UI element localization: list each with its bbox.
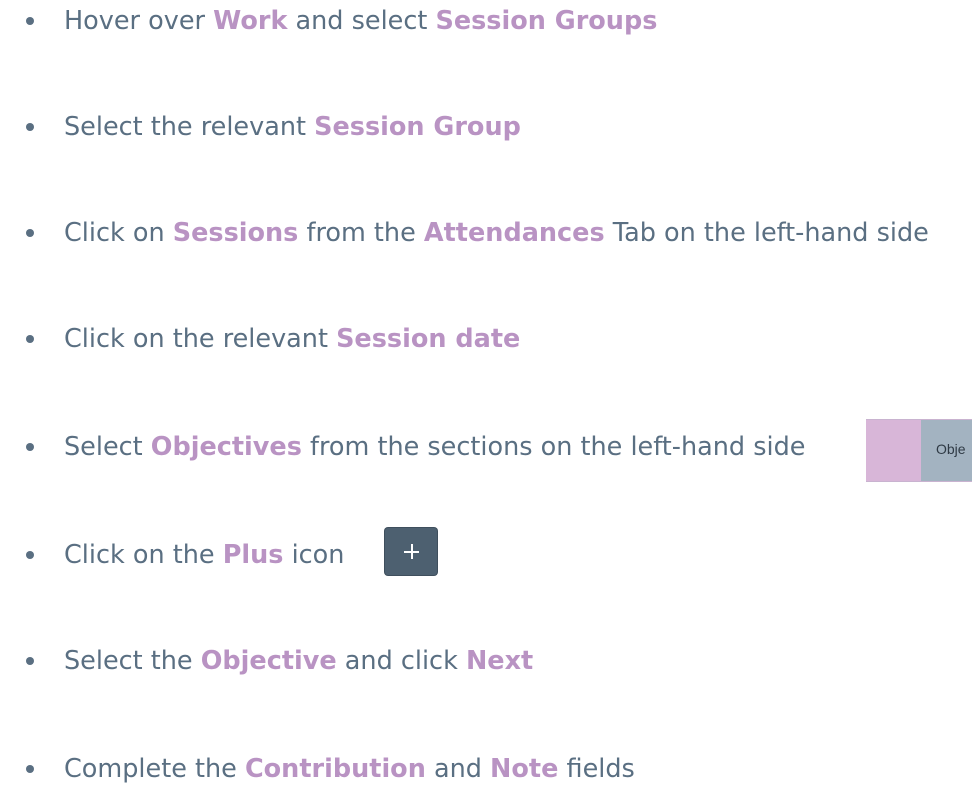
objectives-section-snippet[interactable]: Obje: [866, 419, 972, 482]
step-keyword: Session Group: [314, 112, 521, 142]
step-keyword: Sessions: [172, 218, 299, 248]
step-text-part: and: [425, 754, 491, 784]
step-keyword: Contribution: [244, 754, 426, 784]
step-text-part: Tab on the left-hand side: [604, 218, 929, 248]
step-text-part: Select the relevant: [64, 112, 315, 142]
bullet-icon: [26, 443, 34, 451]
step-keyword: Objective: [200, 646, 337, 676]
bullet-icon: [26, 17, 34, 25]
bullet-icon: [26, 229, 34, 237]
bullet-icon: [26, 335, 34, 343]
step-text-part: Select: [64, 432, 151, 462]
step-select-objectives: Select Objectives from the sections on t…: [0, 427, 972, 467]
step-text-part: icon: [283, 540, 345, 570]
step-text-part: Click on the relevant: [64, 324, 337, 354]
step-text-part: Click on the: [64, 540, 223, 570]
step-click-sessions: Click on Sessions from the Attendances T…: [0, 213, 972, 253]
step-text: Select Objectives from the sections on t…: [64, 427, 805, 467]
bullet-icon: [26, 765, 34, 773]
step-text: Click on Sessions from the Attendances T…: [64, 213, 929, 253]
step-keyword: Work: [213, 6, 288, 36]
step-keyword: Plus: [222, 540, 284, 570]
step-text: Hover over Work and select Session Group…: [64, 1, 657, 41]
step-text: Complete the Contribution and Note field…: [64, 749, 635, 789]
snippet-sidebar-block: [866, 420, 921, 481]
step-keyword: Note: [490, 754, 559, 784]
step-text: Click on the Plus icon: [64, 535, 344, 575]
step-text-part: Select the: [64, 646, 201, 676]
step-click-plus: Click on the Plus icon: [0, 535, 972, 575]
step-text-part: from the: [298, 218, 424, 248]
step-keyword: Attendances: [423, 218, 605, 248]
bullet-icon: [26, 551, 34, 559]
step-select-session-group: Select the relevant Session Group: [0, 107, 972, 147]
plus-icon[interactable]: [385, 528, 437, 575]
bullet-icon: [26, 657, 34, 665]
step-select-objective-next: Select the Objective and click Next: [0, 641, 972, 681]
step-keyword: Objectives: [150, 432, 302, 462]
step-text: Select the Objective and click Next: [64, 641, 533, 681]
step-text-part: Click on: [64, 218, 173, 248]
step-keyword: Session Groups: [435, 6, 658, 36]
step-text-part: fields: [558, 754, 635, 784]
step-complete-fields: Complete the Contribution and Note field…: [0, 749, 972, 789]
step-click-session-date: Click on the relevant Session date: [0, 319, 972, 359]
step-text-part: Hover over: [64, 6, 214, 36]
step-keyword: Next: [465, 646, 534, 676]
step-text: Select the relevant Session Group: [64, 107, 521, 147]
step-text-part: and select: [287, 6, 436, 36]
instruction-list: Hover over Work and select Session Group…: [0, 0, 972, 785]
bullet-icon: [26, 123, 34, 131]
step-text-part: from the sections on the left-hand side: [301, 432, 806, 462]
step-text: Click on the relevant Session date: [64, 319, 520, 359]
step-text-part: and click: [336, 646, 466, 676]
step-keyword: Session date: [336, 324, 521, 354]
snippet-objectives-label: Obje: [936, 441, 966, 457]
step-text-part: Complete the: [64, 754, 245, 784]
step-hover-work: Hover over Work and select Session Group…: [0, 1, 972, 41]
